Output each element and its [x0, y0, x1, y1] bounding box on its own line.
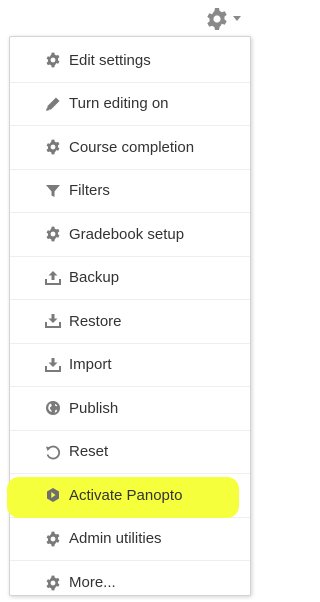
gear-icon [43, 50, 63, 70]
gear-icon [205, 7, 229, 31]
download-icon [43, 355, 63, 375]
caret-down-icon [233, 16, 241, 22]
gear-icon [43, 224, 63, 244]
menu-item-turn-editing-on[interactable]: Turn editing on [10, 83, 250, 126]
menu-item-admin-utilities[interactable]: Admin utilities [10, 518, 250, 561]
menu-item-label: Import [69, 356, 112, 374]
menu-item-label: Reset [69, 443, 109, 461]
settings-menu-trigger[interactable] [200, 4, 246, 34]
gear-icon [43, 529, 63, 549]
menu-item-label: Turn editing on [69, 95, 169, 113]
menu-item-label: More... [69, 574, 116, 592]
menu-item-publish[interactable]: Publish [10, 387, 250, 431]
menu-item-label: Gradebook setup [69, 225, 185, 243]
menu-item-label: Publish [69, 399, 119, 417]
menu-item-activate-panopto[interactable]: Activate Panopto [7, 474, 250, 518]
menu-item-restore[interactable]: Restore [10, 300, 250, 344]
menu-item-label: Activate Panopto [69, 486, 183, 504]
filter-icon [43, 181, 63, 201]
pencil-icon [43, 94, 63, 114]
menu-item-gradebook-setup[interactable]: Gradebook setup [10, 213, 250, 257]
menu-item-label: Edit settings [69, 51, 151, 69]
menu-item-more[interactable]: More... [10, 561, 250, 602]
gear-icon [43, 573, 63, 593]
globe-icon [43, 398, 63, 418]
gear-icon [43, 137, 63, 157]
menu-item-reset[interactable]: Reset [10, 431, 250, 474]
page: Edit settings Turn editing on Course com… [0, 0, 256, 602]
menu-item-label: Backup [69, 269, 120, 287]
menu-item-edit-settings[interactable]: Edit settings [10, 39, 250, 83]
menu-item-label: Restore [69, 312, 122, 330]
menu-item-label: Admin utilities [69, 530, 162, 548]
settings-dropdown-menu: Edit settings Turn editing on Course com… [7, 36, 251, 596]
menu-item-course-completion[interactable]: Course completion [10, 126, 250, 170]
reset-icon [43, 442, 63, 462]
download-icon [43, 311, 63, 331]
menu-item-label: Filters [69, 182, 110, 200]
menu-item-filters[interactable]: Filters [10, 170, 250, 213]
menu-item-backup[interactable]: Backup [10, 257, 250, 300]
menu-item-label: Course completion [69, 138, 195, 156]
menu-item-import[interactable]: Import [10, 344, 250, 387]
panopto-icon [43, 485, 63, 505]
upload-icon [43, 268, 63, 288]
